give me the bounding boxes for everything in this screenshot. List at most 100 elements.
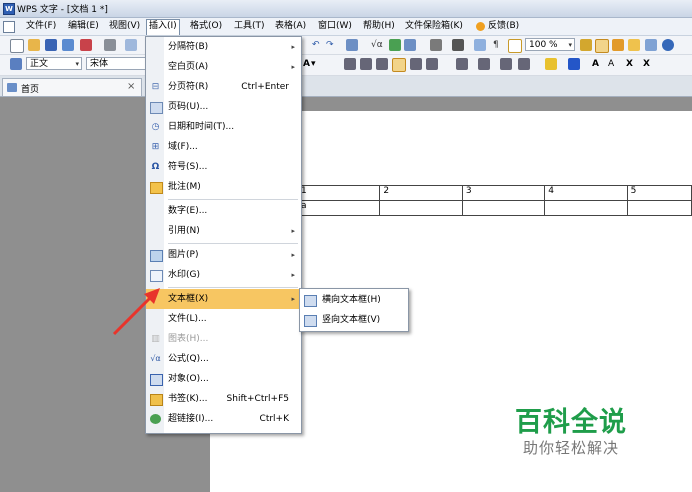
show-hide-icon[interactable] [508, 39, 522, 53]
menu-item-textbox[interactable]: 文本框(X) ▸ [146, 289, 301, 309]
menu-file-vault[interactable]: 文件保险箱(K) [403, 20, 465, 33]
menu-item-label: 分页符(R) [168, 82, 209, 92]
table-grid-icon[interactable] [430, 39, 442, 51]
print-icon[interactable] [104, 39, 116, 51]
table-cell[interactable] [544, 200, 628, 216]
close-icon[interactable]: × [127, 81, 135, 92]
superscript-icon[interactable]: X [626, 58, 633, 70]
briefcase-icon[interactable] [612, 39, 624, 51]
redo-icon[interactable]: ↷ [326, 39, 334, 51]
menu-view[interactable]: 视图(V) [107, 20, 142, 33]
save-icon[interactable] [45, 39, 57, 51]
styles-icon[interactable] [10, 58, 22, 70]
bullets-icon[interactable] [478, 58, 490, 70]
zoom-dropdown[interactable]: 100 % ▾ [525, 38, 575, 51]
menu-item-field[interactable]: ⊞ 域(F)... [146, 137, 301, 157]
menu-item-number[interactable]: 数字(E)... [146, 201, 301, 221]
menu-item-vertical-textbox[interactable]: 竖向文本框(V) [300, 310, 408, 330]
home-icon [7, 83, 17, 92]
menu-file[interactable]: 文件(F) [24, 20, 58, 33]
numbering-icon[interactable] [456, 58, 468, 70]
menu-item-comment[interactable]: 批注(M) [146, 177, 301, 197]
web-icon[interactable] [389, 39, 401, 51]
help-icon[interactable] [662, 39, 674, 51]
skin-icon[interactable] [645, 39, 657, 51]
undo-icon[interactable]: ↶ [312, 39, 320, 51]
menu-item-bookmark[interactable]: 书签(K)... Shift+Ctrl+F5 [146, 389, 301, 409]
menu-item-formula[interactable]: √α 公式(Q)... [146, 349, 301, 369]
open-folder-icon[interactable] [28, 39, 40, 51]
font-size-icon[interactable]: A [303, 58, 310, 70]
menu-format[interactable]: 格式(O) [188, 20, 224, 33]
table-cell[interactable]: 3 [461, 185, 546, 201]
menu-item-separator[interactable]: 分隔符(B) ▸ [146, 37, 301, 57]
insert-table-icon[interactable] [346, 39, 358, 51]
menu-item-blank-page[interactable]: 空白页(A) ▸ [146, 57, 301, 77]
menu-doc-icon[interactable] [3, 21, 15, 33]
tab-home[interactable]: 首页 × [2, 78, 142, 96]
highlight-icon[interactable] [545, 58, 557, 70]
table-cell[interactable]: 5 [626, 185, 692, 201]
justify-icon[interactable] [392, 58, 406, 72]
page-break-icon: ⊟ [151, 82, 160, 92]
menu-item-date-time[interactable]: ◷ 日期和时间(T)... [146, 117, 301, 137]
omega-icon: Ω [151, 162, 160, 172]
chevron-down-icon[interactable]: ▾ [311, 58, 316, 70]
table-cell[interactable] [626, 200, 692, 216]
align-right-icon[interactable] [376, 58, 388, 70]
menu-edit[interactable]: 编辑(E) [66, 20, 101, 33]
line-spacing-icon[interactable] [426, 58, 438, 70]
text-direction-icon[interactable] [452, 39, 464, 51]
table-row: 1 2 3 4 5 [296, 185, 692, 201]
drawing-icon[interactable] [474, 39, 486, 51]
subscript-icon[interactable]: X [643, 58, 650, 70]
menu-item-file[interactable]: 文件(L)... [146, 309, 301, 329]
menu-window[interactable]: 窗口(W) [316, 20, 354, 33]
distribute-icon[interactable] [410, 58, 422, 70]
columns-icon[interactable] [404, 39, 416, 51]
formula-icon[interactable]: √α [371, 39, 383, 51]
style-dropdown[interactable]: 正文 ▾ [26, 57, 82, 70]
menu-item-object[interactable]: 对象(O)... [146, 369, 301, 389]
menu-help[interactable]: 帮助(H) [361, 20, 397, 33]
home-icon[interactable] [595, 39, 609, 53]
menu-item-hyperlink[interactable]: 超链接(I)... Ctrl+K [146, 409, 301, 429]
print-preview-icon[interactable] [125, 39, 137, 51]
menu-item-picture[interactable]: 图片(P) ▸ [146, 245, 301, 265]
increase-indent-icon[interactable] [518, 58, 530, 70]
table-cell[interactable]: 1 [296, 185, 381, 201]
font-color-icon[interactable] [568, 58, 580, 70]
table-cell[interactable] [461, 200, 546, 216]
grow-font-icon[interactable]: A [592, 58, 599, 70]
menu-item-reference[interactable]: 引用(N) ▸ [146, 221, 301, 241]
decrease-indent-icon[interactable] [500, 58, 512, 70]
document-tab-bar: 首页 × [0, 76, 692, 97]
align-left-icon[interactable] [344, 58, 356, 70]
shrink-font-icon[interactable]: A [608, 58, 614, 70]
menu-feedback[interactable]: 反馈(B) [486, 20, 521, 33]
menu-tools[interactable]: 工具(T) [232, 20, 267, 33]
align-center-icon[interactable] [360, 58, 372, 70]
menu-item-label: 图片(P) [168, 250, 199, 260]
menu-item-symbol[interactable]: Ω 符号(S)... [146, 157, 301, 177]
menu-insert[interactable]: 插入(I) [146, 19, 180, 35]
table-cell[interactable] [379, 200, 463, 216]
menu-item-page-break[interactable]: ⊟ 分页符(R) Ctrl+Enter [146, 77, 301, 97]
new-document-icon[interactable] [10, 39, 24, 53]
save-as-icon[interactable] [62, 39, 74, 51]
paragraph-mark-icon[interactable]: ¶ [493, 39, 499, 51]
menu-item-horizontal-textbox[interactable]: 横向文本框(H) [300, 290, 408, 310]
menu-table[interactable]: 表格(A) [273, 20, 308, 33]
font-dropdown[interactable]: 宋体 [86, 57, 146, 70]
table-cell[interactable]: 4 [544, 185, 628, 201]
star-icon[interactable] [628, 39, 640, 51]
watermark-icon [150, 270, 163, 282]
binoculars-icon[interactable] [580, 39, 592, 51]
menu-item-shortcut: Shift+Ctrl+F5 [226, 394, 289, 404]
pdf-icon[interactable] [80, 39, 92, 51]
menu-item-watermark[interactable]: 水印(G) ▸ [146, 265, 301, 285]
document-table[interactable]: 1 2 3 4 5 a [296, 185, 692, 216]
table-cell[interactable]: a [296, 200, 381, 216]
menu-item-page-number[interactable]: 页码(U)... [146, 97, 301, 117]
table-cell[interactable]: 2 [379, 185, 463, 201]
